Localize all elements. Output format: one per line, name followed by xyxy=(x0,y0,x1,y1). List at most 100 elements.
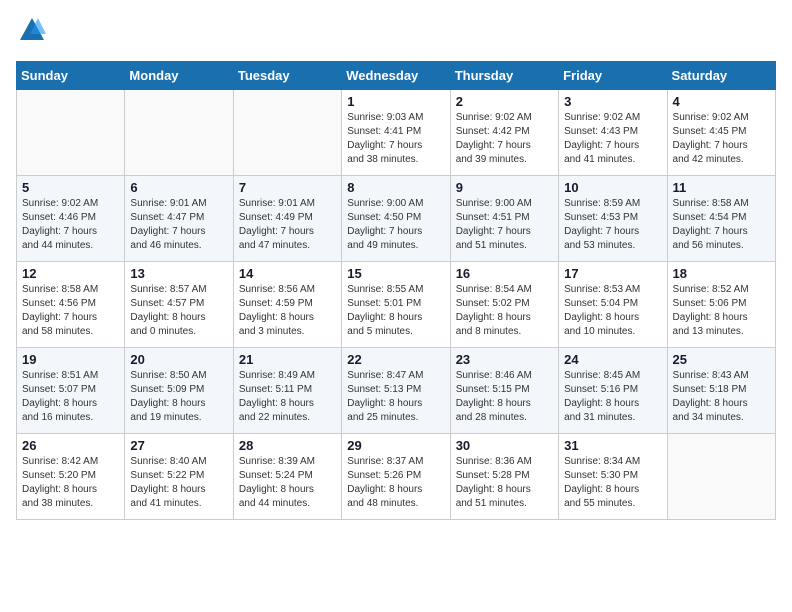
day-info: Sunrise: 8:47 AMSunset: 5:13 PMDaylight:… xyxy=(347,369,444,425)
calendar-cell: 1 Sunrise: 9:03 AMSunset: 4:41 PMDaylight… xyxy=(342,90,450,176)
calendar-cell: 28Sunrise: 8:39 AMSunset: 5:24 PMDayligh… xyxy=(233,434,341,520)
calendar-cell: 6Sunrise: 9:01 AMSunset: 4:47 PMDaylight… xyxy=(125,176,233,262)
day-number: 2 xyxy=(456,94,553,109)
calendar-cell: 27Sunrise: 8:40 AMSunset: 5:22 PMDayligh… xyxy=(125,434,233,520)
weekday-sunday: Sunday xyxy=(17,62,125,90)
day-number: 26 xyxy=(22,438,119,453)
calendar-cell: 5 Sunrise: 9:02 AMSunset: 4:46 PMDaylight… xyxy=(17,176,125,262)
calendar-cell: 23 Sunrise: 8:46 AMSunset: 5:15 PMDayligh… xyxy=(450,348,558,434)
day-number: 24 xyxy=(564,352,661,367)
weekday-friday: Friday xyxy=(559,62,667,90)
calendar-cell: 31 Sunrise: 8:34 AMSunset: 5:30 PMDayligh… xyxy=(559,434,667,520)
day-number: 13 xyxy=(130,266,227,281)
day-number: 17 xyxy=(564,266,661,281)
calendar-cell: 14 Sunrise: 8:56 AMSunset: 4:59 PMDayligh… xyxy=(233,262,341,348)
day-info: Sunrise: 9:01 AMSunset: 4:47 PMDaylight:… xyxy=(130,197,227,253)
day-info: Sunrise: 9:02 AMSunset: 4:43 PMDaylight:… xyxy=(564,111,661,167)
weekday-monday: Monday xyxy=(125,62,233,90)
calendar-cell: 29Sunrise: 8:37 AMSunset: 5:26 PMDayligh… xyxy=(342,434,450,520)
day-number: 25 xyxy=(673,352,770,367)
day-info: Sunrise: 9:02 AMSunset: 4:42 PMDaylight:… xyxy=(456,111,553,167)
day-info: Sunrise: 8:58 AMSunset: 4:56 PMDaylight:… xyxy=(22,283,119,339)
day-info: Sunrise: 8:50 AMSunset: 5:09 PMDaylight:… xyxy=(130,369,227,425)
calendar-cell: 10 Sunrise: 8:59 AMSunset: 4:53 PMDayligh… xyxy=(559,176,667,262)
calendar-cell: 24Sunrise: 8:45 AMSunset: 5:16 PMDayligh… xyxy=(559,348,667,434)
calendar-cell: 2 Sunrise: 9:02 AMSunset: 4:42 PMDaylight… xyxy=(450,90,558,176)
day-info: Sunrise: 9:00 AMSunset: 4:51 PMDaylight:… xyxy=(456,197,553,253)
day-info: Sunrise: 8:37 AMSunset: 5:26 PMDaylight:… xyxy=(347,455,444,511)
calendar-cell: 18 Sunrise: 8:52 AMSunset: 5:06 PMDayligh… xyxy=(667,262,775,348)
day-number: 11 xyxy=(673,180,770,195)
calendar-cell: 7 Sunrise: 9:01 AMSunset: 4:49 PMDaylight… xyxy=(233,176,341,262)
calendar-cell: 26Sunrise: 8:42 AMSunset: 5:20 PMDayligh… xyxy=(17,434,125,520)
calendar-cell: 17Sunrise: 8:53 AMSunset: 5:04 PMDayligh… xyxy=(559,262,667,348)
calendar-body: 1 Sunrise: 9:03 AMSunset: 4:41 PMDaylight… xyxy=(17,90,776,520)
day-number: 18 xyxy=(673,266,770,281)
day-info: Sunrise: 8:55 AMSunset: 5:01 PMDaylight:… xyxy=(347,283,444,339)
day-number: 12 xyxy=(22,266,119,281)
weekday-thursday: Thursday xyxy=(450,62,558,90)
day-info: Sunrise: 8:58 AMSunset: 4:54 PMDaylight:… xyxy=(673,197,770,253)
calendar-cell: 19 Sunrise: 8:51 AMSunset: 5:07 PMDayligh… xyxy=(17,348,125,434)
day-number: 22 xyxy=(347,352,444,367)
day-info: Sunrise: 8:40 AMSunset: 5:22 PMDaylight:… xyxy=(130,455,227,511)
day-number: 7 xyxy=(239,180,336,195)
calendar-cell: 3 Sunrise: 9:02 AMSunset: 4:43 PMDaylight… xyxy=(559,90,667,176)
day-info: Sunrise: 8:51 AMSunset: 5:07 PMDaylight:… xyxy=(22,369,119,425)
calendar-cell: 16 Sunrise: 8:54 AMSunset: 5:02 PMDayligh… xyxy=(450,262,558,348)
calendar-header: SundayMondayTuesdayWednesdayThursdayFrid… xyxy=(17,62,776,90)
day-number: 1 xyxy=(347,94,444,109)
day-info: Sunrise: 8:36 AMSunset: 5:28 PMDaylight:… xyxy=(456,455,553,511)
calendar-table: SundayMondayTuesdayWednesdayThursdayFrid… xyxy=(16,61,776,520)
calendar-cell: 20 Sunrise: 8:50 AMSunset: 5:09 PMDayligh… xyxy=(125,348,233,434)
calendar-cell xyxy=(233,90,341,176)
day-number: 21 xyxy=(239,352,336,367)
week-row-4: 19 Sunrise: 8:51 AMSunset: 5:07 PMDayligh… xyxy=(17,348,776,434)
calendar-cell: 8Sunrise: 9:00 AMSunset: 4:50 PMDaylight… xyxy=(342,176,450,262)
day-info: Sunrise: 8:43 AMSunset: 5:18 PMDaylight:… xyxy=(673,369,770,425)
calendar-cell: 30 Sunrise: 8:36 AMSunset: 5:28 PMDayligh… xyxy=(450,434,558,520)
week-row-3: 12 Sunrise: 8:58 AMSunset: 4:56 PMDayligh… xyxy=(17,262,776,348)
page-header xyxy=(16,16,776,49)
calendar-cell: 25 Sunrise: 8:43 AMSunset: 5:18 PMDayligh… xyxy=(667,348,775,434)
calendar-cell: 11 Sunrise: 8:58 AMSunset: 4:54 PMDayligh… xyxy=(667,176,775,262)
weekday-saturday: Saturday xyxy=(667,62,775,90)
day-number: 14 xyxy=(239,266,336,281)
day-info: Sunrise: 9:01 AMSunset: 4:49 PMDaylight:… xyxy=(239,197,336,253)
day-number: 28 xyxy=(239,438,336,453)
day-info: Sunrise: 9:02 AMSunset: 4:45 PMDaylight:… xyxy=(673,111,770,167)
day-info: Sunrise: 9:03 AMSunset: 4:41 PMDaylight:… xyxy=(347,111,444,167)
calendar-cell: 12 Sunrise: 8:58 AMSunset: 4:56 PMDayligh… xyxy=(17,262,125,348)
day-number: 23 xyxy=(456,352,553,367)
weekday-row: SundayMondayTuesdayWednesdayThursdayFrid… xyxy=(17,62,776,90)
day-number: 5 xyxy=(22,180,119,195)
day-info: Sunrise: 8:46 AMSunset: 5:15 PMDaylight:… xyxy=(456,369,553,425)
day-number: 31 xyxy=(564,438,661,453)
calendar-cell: 21Sunrise: 8:49 AMSunset: 5:11 PMDayligh… xyxy=(233,348,341,434)
day-info: Sunrise: 8:59 AMSunset: 4:53 PMDaylight:… xyxy=(564,197,661,253)
day-number: 20 xyxy=(130,352,227,367)
day-number: 10 xyxy=(564,180,661,195)
calendar-cell xyxy=(125,90,233,176)
week-row-5: 26Sunrise: 8:42 AMSunset: 5:20 PMDayligh… xyxy=(17,434,776,520)
day-number: 4 xyxy=(673,94,770,109)
day-info: Sunrise: 8:34 AMSunset: 5:30 PMDaylight:… xyxy=(564,455,661,511)
day-number: 19 xyxy=(22,352,119,367)
week-row-1: 1 Sunrise: 9:03 AMSunset: 4:41 PMDaylight… xyxy=(17,90,776,176)
day-number: 16 xyxy=(456,266,553,281)
day-number: 3 xyxy=(564,94,661,109)
day-info: Sunrise: 8:56 AMSunset: 4:59 PMDaylight:… xyxy=(239,283,336,339)
logo xyxy=(16,16,46,49)
calendar-cell xyxy=(667,434,775,520)
calendar-cell: 22 Sunrise: 8:47 AMSunset: 5:13 PMDayligh… xyxy=(342,348,450,434)
day-number: 30 xyxy=(456,438,553,453)
logo-icon xyxy=(18,16,46,44)
day-info: Sunrise: 9:02 AMSunset: 4:46 PMDaylight:… xyxy=(22,197,119,253)
day-number: 15 xyxy=(347,266,444,281)
day-info: Sunrise: 8:54 AMSunset: 5:02 PMDaylight:… xyxy=(456,283,553,339)
day-number: 9 xyxy=(456,180,553,195)
calendar-cell: 4 Sunrise: 9:02 AMSunset: 4:45 PMDaylight… xyxy=(667,90,775,176)
day-info: Sunrise: 9:00 AMSunset: 4:50 PMDaylight:… xyxy=(347,197,444,253)
calendar-cell: 15 Sunrise: 8:55 AMSunset: 5:01 PMDayligh… xyxy=(342,262,450,348)
day-info: Sunrise: 8:52 AMSunset: 5:06 PMDaylight:… xyxy=(673,283,770,339)
